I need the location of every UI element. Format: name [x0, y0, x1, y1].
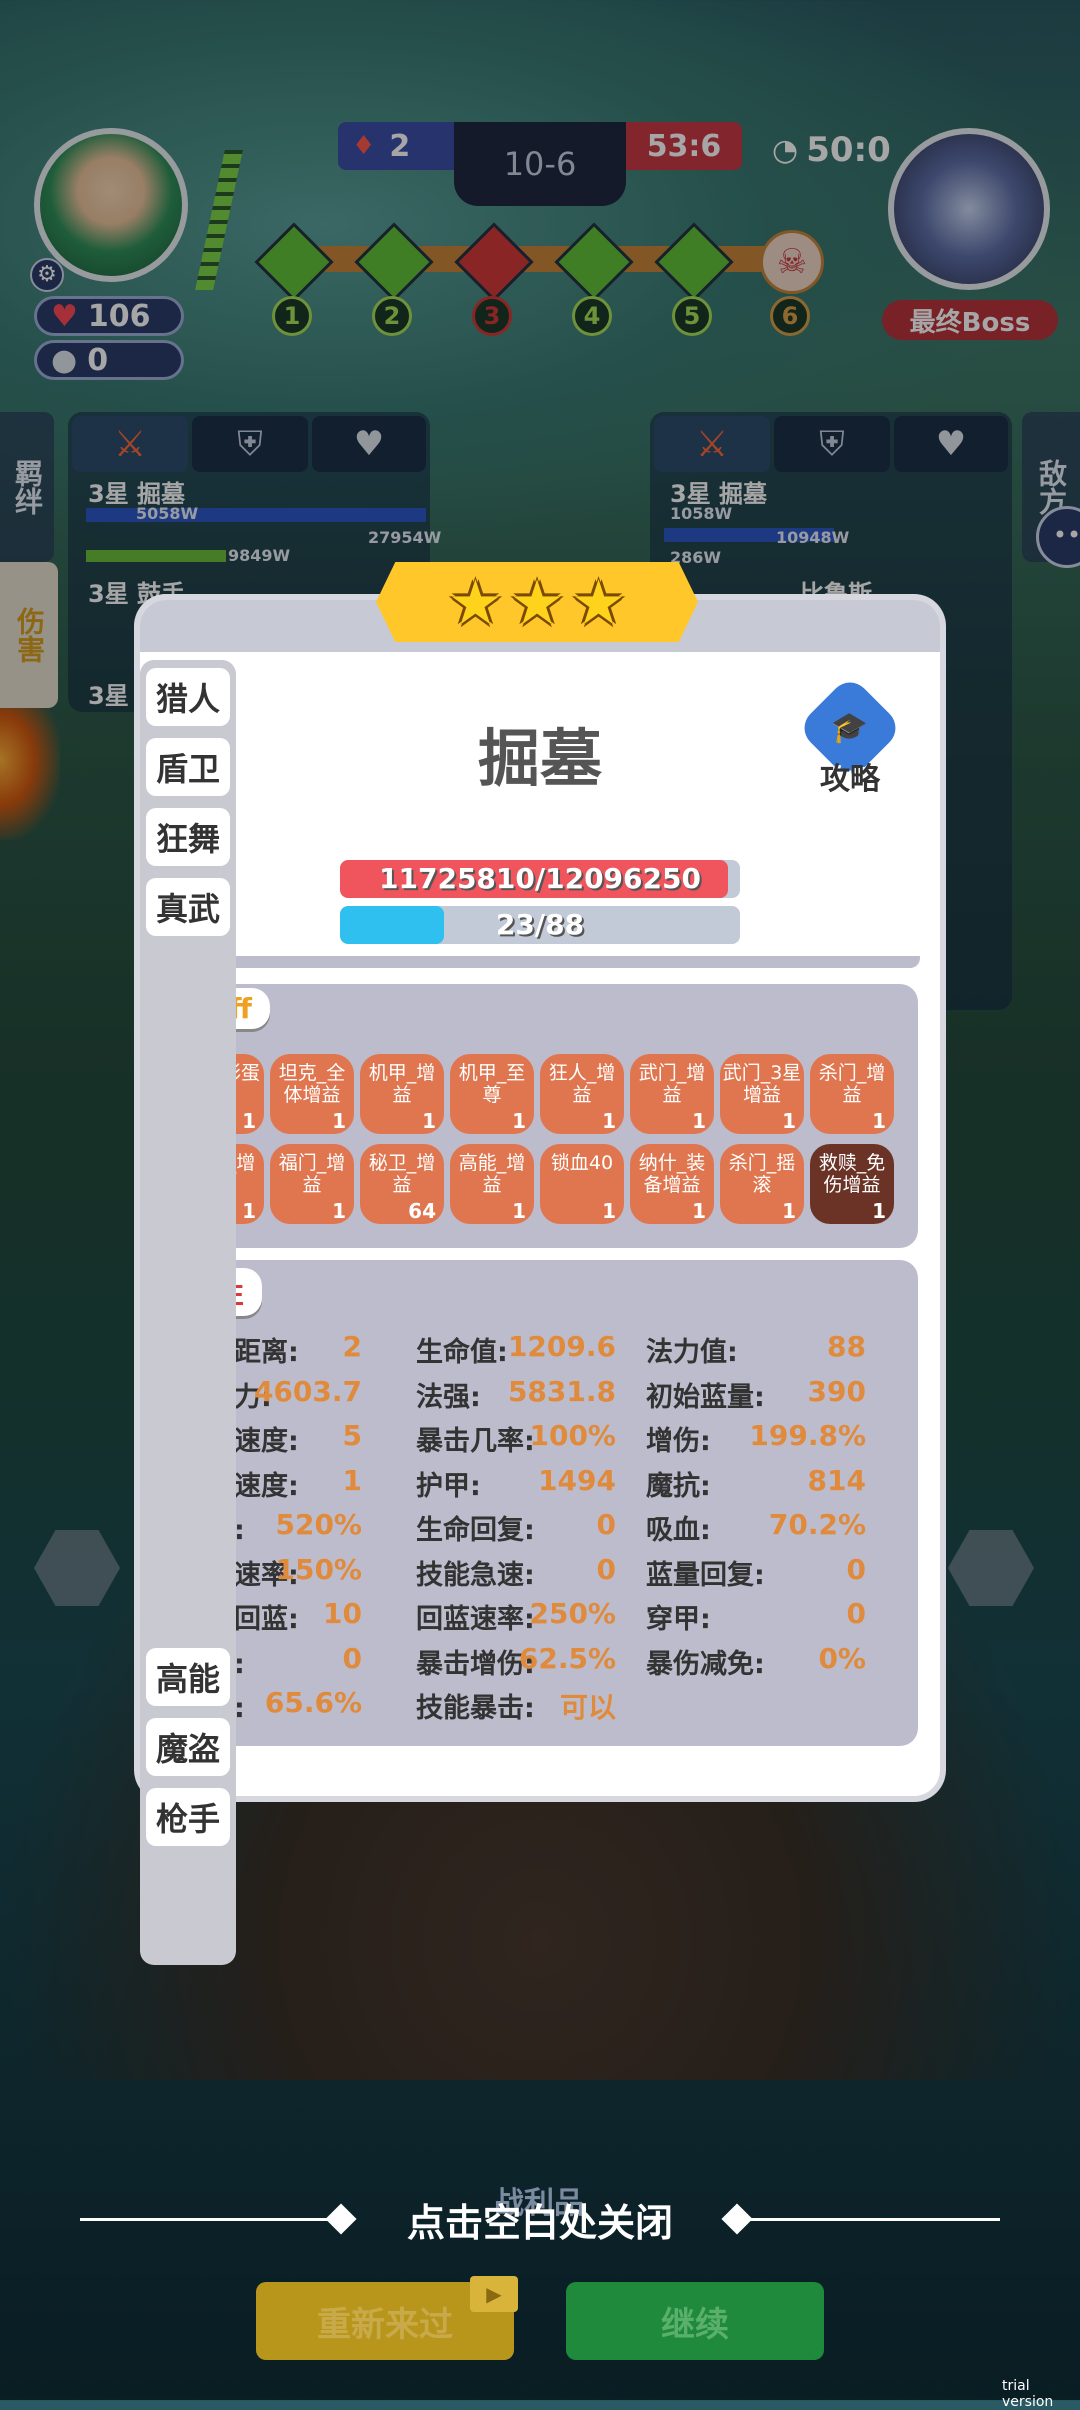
buff-name: 机甲_增益	[368, 1062, 436, 1106]
star-icon-2: ★	[509, 565, 565, 639]
attribute-section: 属性 攻击距离:2生命值:1209.6法力值:88攻击力:4603.7法强:58…	[162, 1260, 918, 1746]
buff-item[interactable]: 锁血40 1	[540, 1144, 624, 1224]
buff-count: 1	[242, 1109, 256, 1133]
buff-name: 秘卫_增益	[368, 1152, 436, 1196]
buff-item[interactable]: 福门_增益 1	[270, 1144, 354, 1224]
stat-value: 88	[827, 1330, 866, 1363]
buff-name: 武门_增益	[638, 1062, 706, 1106]
buff-item[interactable]: 高能_增益 1	[450, 1144, 534, 1224]
stat-value: 250%	[529, 1597, 616, 1630]
buff-name: 坦克_全体增益	[278, 1062, 346, 1106]
buff-item[interactable]: 机甲_至尊 1	[450, 1054, 534, 1134]
buff-count: 1	[332, 1109, 346, 1133]
stat-value: 1209.6	[507, 1330, 616, 1363]
class-rail: 猎人盾卫狂舞真武法师枪真真神神铁暴游武高能魔盗枪手	[140, 660, 236, 1965]
stat-value: 62.5%	[518, 1641, 616, 1675]
hero-detail-dialog: ★ ★ ★ 掘墓 🎓 攻略 11725810/12096250 23/88 Bu…	[140, 562, 940, 1965]
buff-name: 福门_增益	[278, 1152, 346, 1196]
stat-value: 0	[846, 1552, 866, 1586]
retry-label: 重新来过	[317, 2304, 453, 2345]
buff-count: 1	[872, 1109, 886, 1133]
buff-count: 1	[242, 1199, 256, 1223]
watermark: trial version	[1002, 2378, 1054, 2410]
stat-value: 0	[596, 1508, 616, 1541]
buff-count: 1	[782, 1199, 796, 1223]
hp-bar: 11725810/12096250	[340, 860, 740, 898]
buff-name: 救赎_免伤增益	[818, 1152, 886, 1196]
buff-name: 机甲_至尊	[458, 1062, 526, 1106]
buff-count: 64	[408, 1199, 436, 1223]
retry-button[interactable]: 重新来过 ▶	[256, 2276, 518, 2360]
divider-right	[730, 2218, 1000, 2221]
buff-name: 武门_3星增益	[722, 1062, 802, 1106]
stat-label: 魔抗:	[646, 1470, 711, 1502]
buff-item[interactable]: 救赎_免伤增益 1	[810, 1144, 894, 1224]
buff-item[interactable]: 坦克_全体增益 1	[270, 1054, 354, 1134]
mana-bar: 23/88	[340, 906, 740, 944]
guide-label: 攻略	[820, 762, 880, 797]
buff-count: 1	[332, 1199, 346, 1223]
buff-item[interactable]: 武门_增益 1	[630, 1054, 714, 1134]
buff-count: 1	[512, 1199, 526, 1223]
buff-count: 1	[692, 1109, 706, 1133]
divider-left	[80, 2218, 350, 2221]
stat-value: 5831.8	[507, 1374, 616, 1408]
buff-count: 1	[512, 1109, 526, 1133]
stat-value: 0	[596, 1552, 616, 1586]
continue-label: 继续	[661, 2304, 729, 2345]
star-icon-3: ★	[570, 565, 627, 639]
rail-item[interactable]: 枪手	[146, 1788, 230, 1846]
buff-count: 1	[602, 1199, 616, 1223]
buff-count: 1	[872, 1199, 886, 1223]
hp-text: 11725810/12096250	[379, 862, 701, 895]
rail-item[interactable]: 狂舞	[146, 808, 230, 866]
stat-label: 增伤:	[646, 1426, 711, 1457]
stat-value: 0	[846, 1597, 866, 1630]
stat-label: 穿甲:	[646, 1604, 711, 1635]
buff-count: 1	[602, 1109, 616, 1133]
continue-button[interactable]: 继续	[566, 2282, 824, 2360]
stat-value: 0%	[818, 1641, 866, 1675]
buff-name: 锁血40	[550, 1152, 614, 1174]
stat-value: 1494	[538, 1463, 616, 1497]
buff-name: 狂人_增益	[548, 1062, 616, 1106]
buff-item[interactable]: 机甲_增益 1	[360, 1054, 444, 1134]
buff-item[interactable]: 纳什_装备增益 1	[630, 1144, 714, 1224]
star-icon-1: ★	[447, 565, 504, 639]
buff-section: Buff 三冠彩蛋1坦克_全体增益1机甲_增益1机甲_至尊1狂人_增益1武门_增…	[162, 984, 918, 1248]
buff-item[interactable]: 秘卫_增益 64	[360, 1144, 444, 1224]
buff-name: 杀门_摇滚	[728, 1152, 796, 1196]
stat-value: 390	[807, 1374, 866, 1408]
video-icon: ▶	[470, 2276, 518, 2312]
buff-item[interactable]: 杀门_摇滚 1	[720, 1144, 804, 1224]
rail-item[interactable]: 盾卫	[146, 738, 230, 796]
stat-label: 吸血:	[646, 1515, 711, 1546]
rail-item[interactable]: 高能	[146, 1648, 230, 1706]
guide-button[interactable]: 🎓 攻略	[796, 674, 904, 800]
buff-name: 纳什_装备增益	[638, 1152, 706, 1196]
stat-value: 100%	[529, 1419, 616, 1452]
stat-value: 可以	[559, 1691, 616, 1724]
hero-name: 掘墓	[477, 722, 602, 795]
stat-value: 70.2%	[768, 1508, 866, 1541]
buff-name: 杀门_增益	[818, 1062, 886, 1106]
buff-item[interactable]: 武门_3星增益 1	[720, 1054, 804, 1134]
close-hint[interactable]: 点击空白处关闭	[360, 2192, 720, 2247]
rail-item[interactable]: 真武	[146, 878, 230, 936]
buff-count: 1	[422, 1109, 436, 1133]
star-banner: ★ ★ ★	[376, 562, 698, 642]
rail-item[interactable]: 魔盗	[146, 1718, 230, 1776]
buff-count: 1	[782, 1109, 796, 1133]
buff-count: 1	[692, 1199, 706, 1223]
buff-item[interactable]: 杀门_增益 1	[810, 1054, 894, 1134]
stat-value: 199.8%	[749, 1419, 866, 1452]
buff-name: 高能_增益	[458, 1152, 526, 1196]
buff-item[interactable]: 狂人_增益 1	[540, 1054, 624, 1134]
rail-item[interactable]: 猎人	[146, 668, 230, 726]
stat-value: 814	[807, 1463, 866, 1497]
mana-text: 23/88	[495, 908, 585, 941]
divider-strip	[160, 956, 920, 968]
